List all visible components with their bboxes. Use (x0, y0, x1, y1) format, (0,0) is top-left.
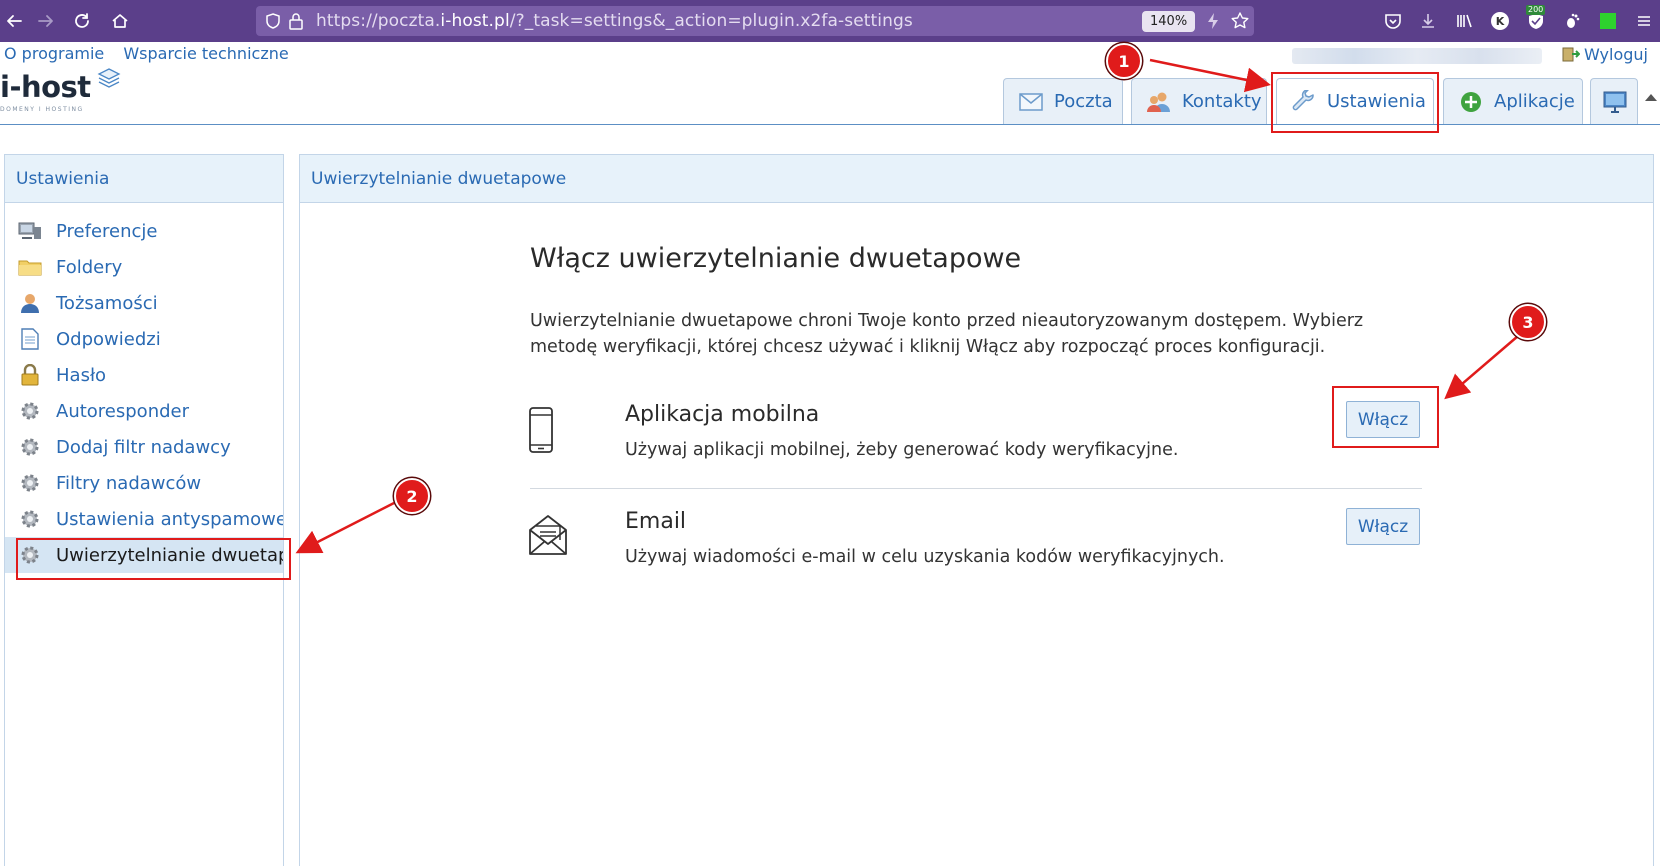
sidebar-item-antispam[interactable]: Ustawienia antyspamowe (5, 501, 283, 537)
url-text[interactable]: https://poczta.i-host.pl/?_task=settings… (316, 11, 913, 31)
account-k-icon[interactable]: K (1488, 9, 1512, 33)
user-icon (18, 292, 42, 314)
sidebar-item-label: Filtry nadawców (56, 472, 202, 494)
lock-icon[interactable] (288, 12, 304, 34)
sidebar-item-label: Tożsamości (56, 292, 158, 314)
lock-icon (18, 364, 42, 386)
annotation-box-enable-button (1332, 386, 1439, 448)
zoom-level-badge[interactable]: 140% (1142, 11, 1196, 32)
sidebar-title: Ustawienia (5, 155, 283, 203)
gear-icon (18, 436, 42, 458)
annotation-marker-1: 1 (1106, 43, 1142, 79)
mail-icon (1018, 91, 1044, 113)
footprint-icon[interactable] (1560, 9, 1584, 33)
sidebar-item-label: Preferencje (56, 220, 158, 242)
annotation-box-two-factor-item (16, 538, 291, 580)
content-panel-title: Uwierzytelnianie dwuetapowe (300, 155, 1653, 203)
enable-email-button[interactable]: Włącz (1346, 508, 1420, 545)
tab-contacts[interactable]: Kontakty (1131, 78, 1267, 124)
tab-apps-label: Aplikacje (1494, 91, 1575, 112)
support-link[interactable]: Wsparcie techniczne (123, 44, 288, 63)
logout-icon (1562, 46, 1581, 62)
document-icon (18, 328, 42, 350)
library-icon[interactable] (1452, 9, 1476, 33)
gear-icon (18, 400, 42, 422)
monitor-icon (18, 220, 42, 242)
sidebar-item-label: Hasło (56, 364, 107, 386)
method-mobile-app-title: Aplikacja mobilna (625, 402, 820, 427)
sidebar-item-identities[interactable]: Tożsamości (5, 285, 283, 321)
reload-icon[interactable] (70, 9, 94, 33)
sidebar-item-label: Odpowiedzi (56, 328, 161, 350)
shield-icon[interactable] (264, 12, 282, 34)
sidebar-item-responses[interactable]: Odpowiedzi (5, 321, 283, 357)
collapse-header-arrow-icon[interactable] (1645, 94, 1657, 101)
i-host-logo[interactable]: i-host DOMENY I HOSTING (0, 66, 140, 118)
lightning-icon[interactable] (1206, 12, 1220, 34)
sidebar-item-add-sender-filter[interactable]: Dodaj filtr nadawcy (5, 429, 283, 465)
page-description: Uwierzytelnianie dwuetapowe chroni Twoje… (530, 311, 1364, 357)
tab-mail-label: Poczta (1054, 91, 1113, 112)
tab-display[interactable] (1590, 78, 1638, 124)
logout-link[interactable]: Wyloguj (1562, 45, 1648, 64)
back-arrow-icon[interactable] (2, 9, 26, 33)
green-status-icon[interactable] (1596, 9, 1620, 33)
page-title: Włącz uwierzytelnianie dwuetapowe (530, 243, 1022, 274)
forward-arrow-icon[interactable] (34, 9, 58, 33)
contacts-icon (1146, 91, 1172, 113)
blocked-count-badge: 200 (1526, 5, 1546, 15)
bookmark-star-icon[interactable] (1230, 11, 1250, 35)
sidebar-item-folders[interactable]: Foldery (5, 249, 283, 285)
svg-text:K: K (1496, 15, 1505, 28)
ublock-shield-icon[interactable]: 200 (1524, 5, 1548, 33)
logo-text: i-host (0, 70, 91, 104)
monitor-icon (1602, 91, 1628, 113)
stack-layers-icon (97, 68, 121, 88)
folder-icon (18, 256, 42, 278)
browser-toolbar: https://poczta.i-host.pl/?_task=settings… (0, 0, 1660, 42)
sidebar-item-preferences[interactable]: Preferencje (5, 213, 283, 249)
annotation-box-settings-tab (1271, 72, 1439, 133)
plus-circle-icon (1458, 91, 1484, 113)
tab-apps[interactable]: Aplikacje (1443, 78, 1583, 124)
address-bar[interactable]: https://poczta.i-host.pl/?_task=settings… (256, 6, 1254, 36)
sidebar-item-label: Autoresponder (56, 400, 189, 422)
gear-icon (18, 508, 42, 530)
annotation-marker-2: 2 (394, 478, 430, 514)
tab-contacts-label: Kontakty (1182, 91, 1262, 112)
logo-tagline: DOMENY I HOSTING (0, 106, 84, 113)
smartphone-icon (529, 407, 553, 453)
about-link[interactable]: O programie (4, 44, 104, 63)
method-email-title: Email (625, 509, 687, 534)
sidebar-item-sender-filters[interactable]: Filtry nadawców (5, 465, 283, 501)
user-email-blurred (1292, 48, 1542, 64)
envelope-open-icon (529, 515, 567, 555)
method-divider (530, 488, 1422, 489)
settings-sidebar: Ustawienia Preferencje Foldery Tożsamośc… (4, 154, 284, 866)
method-mobile-app-description: Używaj aplikacji mobilnej, żeby generowa… (625, 440, 1179, 460)
top-links: O programie Wsparcie techniczne (4, 44, 303, 63)
gear-icon (18, 472, 42, 494)
method-email-description: Używaj wiadomości e-mail w celu uzyskani… (625, 547, 1225, 567)
home-icon[interactable] (108, 9, 132, 33)
sidebar-item-password[interactable]: Hasło (5, 357, 283, 393)
tab-mail[interactable]: Poczta (1003, 78, 1123, 124)
sidebar-item-label: Dodaj filtr nadawcy (56, 436, 231, 458)
menu-hamburger-icon[interactable] (1632, 9, 1656, 33)
sidebar-item-label: Foldery (56, 256, 123, 278)
download-icon[interactable] (1416, 9, 1440, 33)
pocket-icon[interactable] (1381, 9, 1405, 33)
annotation-marker-3: 3 (1510, 304, 1546, 340)
sidebar-item-autoresponder[interactable]: Autoresponder (5, 393, 283, 429)
sidebar-item-label: Ustawienia antyspamowe (56, 508, 283, 530)
